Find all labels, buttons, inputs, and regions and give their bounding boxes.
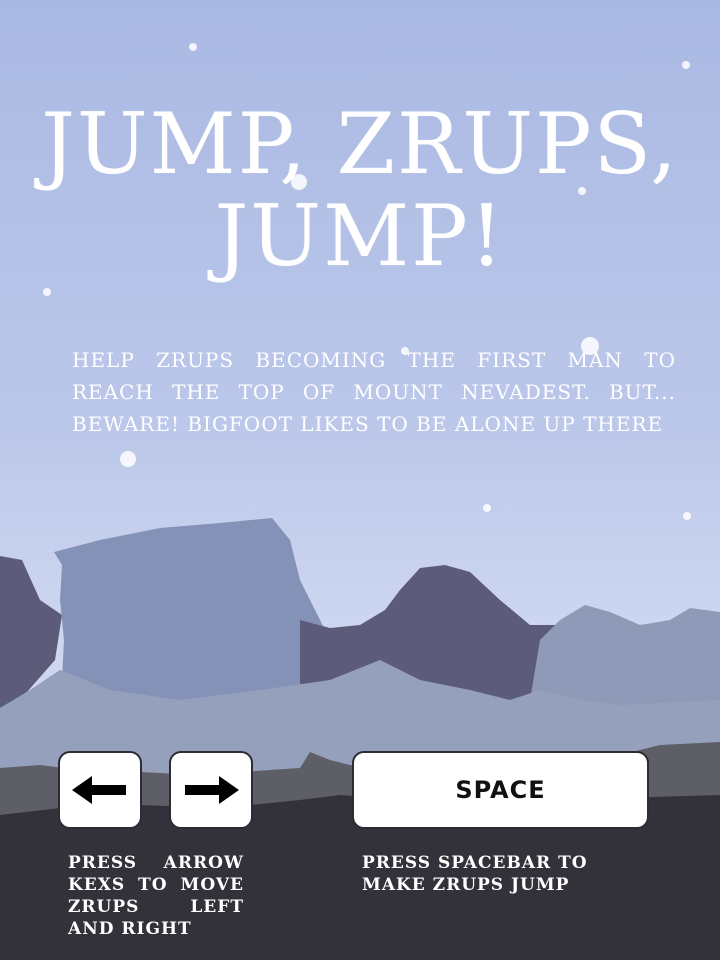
right-arrow-key-button[interactable] bbox=[169, 751, 253, 829]
snowflake bbox=[43, 288, 51, 296]
arrow-keys-help-text: PRESS ARROW KEXS TO MOVE ZRUPS LEFT AND … bbox=[68, 853, 244, 939]
spacebar-key-button[interactable]: SPACE bbox=[352, 751, 649, 829]
spacebar-label: SPACE bbox=[455, 776, 546, 804]
game-title-line-2: JUMP! bbox=[214, 187, 506, 285]
game-title-line-1: JUMP, ZRUPS, bbox=[41, 95, 679, 193]
snowflake bbox=[189, 43, 197, 51]
left-arrow-key-button[interactable] bbox=[58, 751, 142, 829]
arrow-left-icon bbox=[72, 776, 128, 804]
spacebar-help-text: PRESS SPACEBAR TO MAKE ZRUPS JUMP bbox=[362, 853, 588, 895]
snowflake bbox=[683, 512, 691, 520]
snowflake bbox=[120, 451, 136, 467]
arrow-right-icon bbox=[183, 776, 239, 804]
snowflake bbox=[483, 504, 491, 512]
intro-text: HELP ZRUPS BECOMING THE FIRST MAN TO REA… bbox=[72, 348, 676, 436]
snowflake bbox=[682, 61, 690, 69]
